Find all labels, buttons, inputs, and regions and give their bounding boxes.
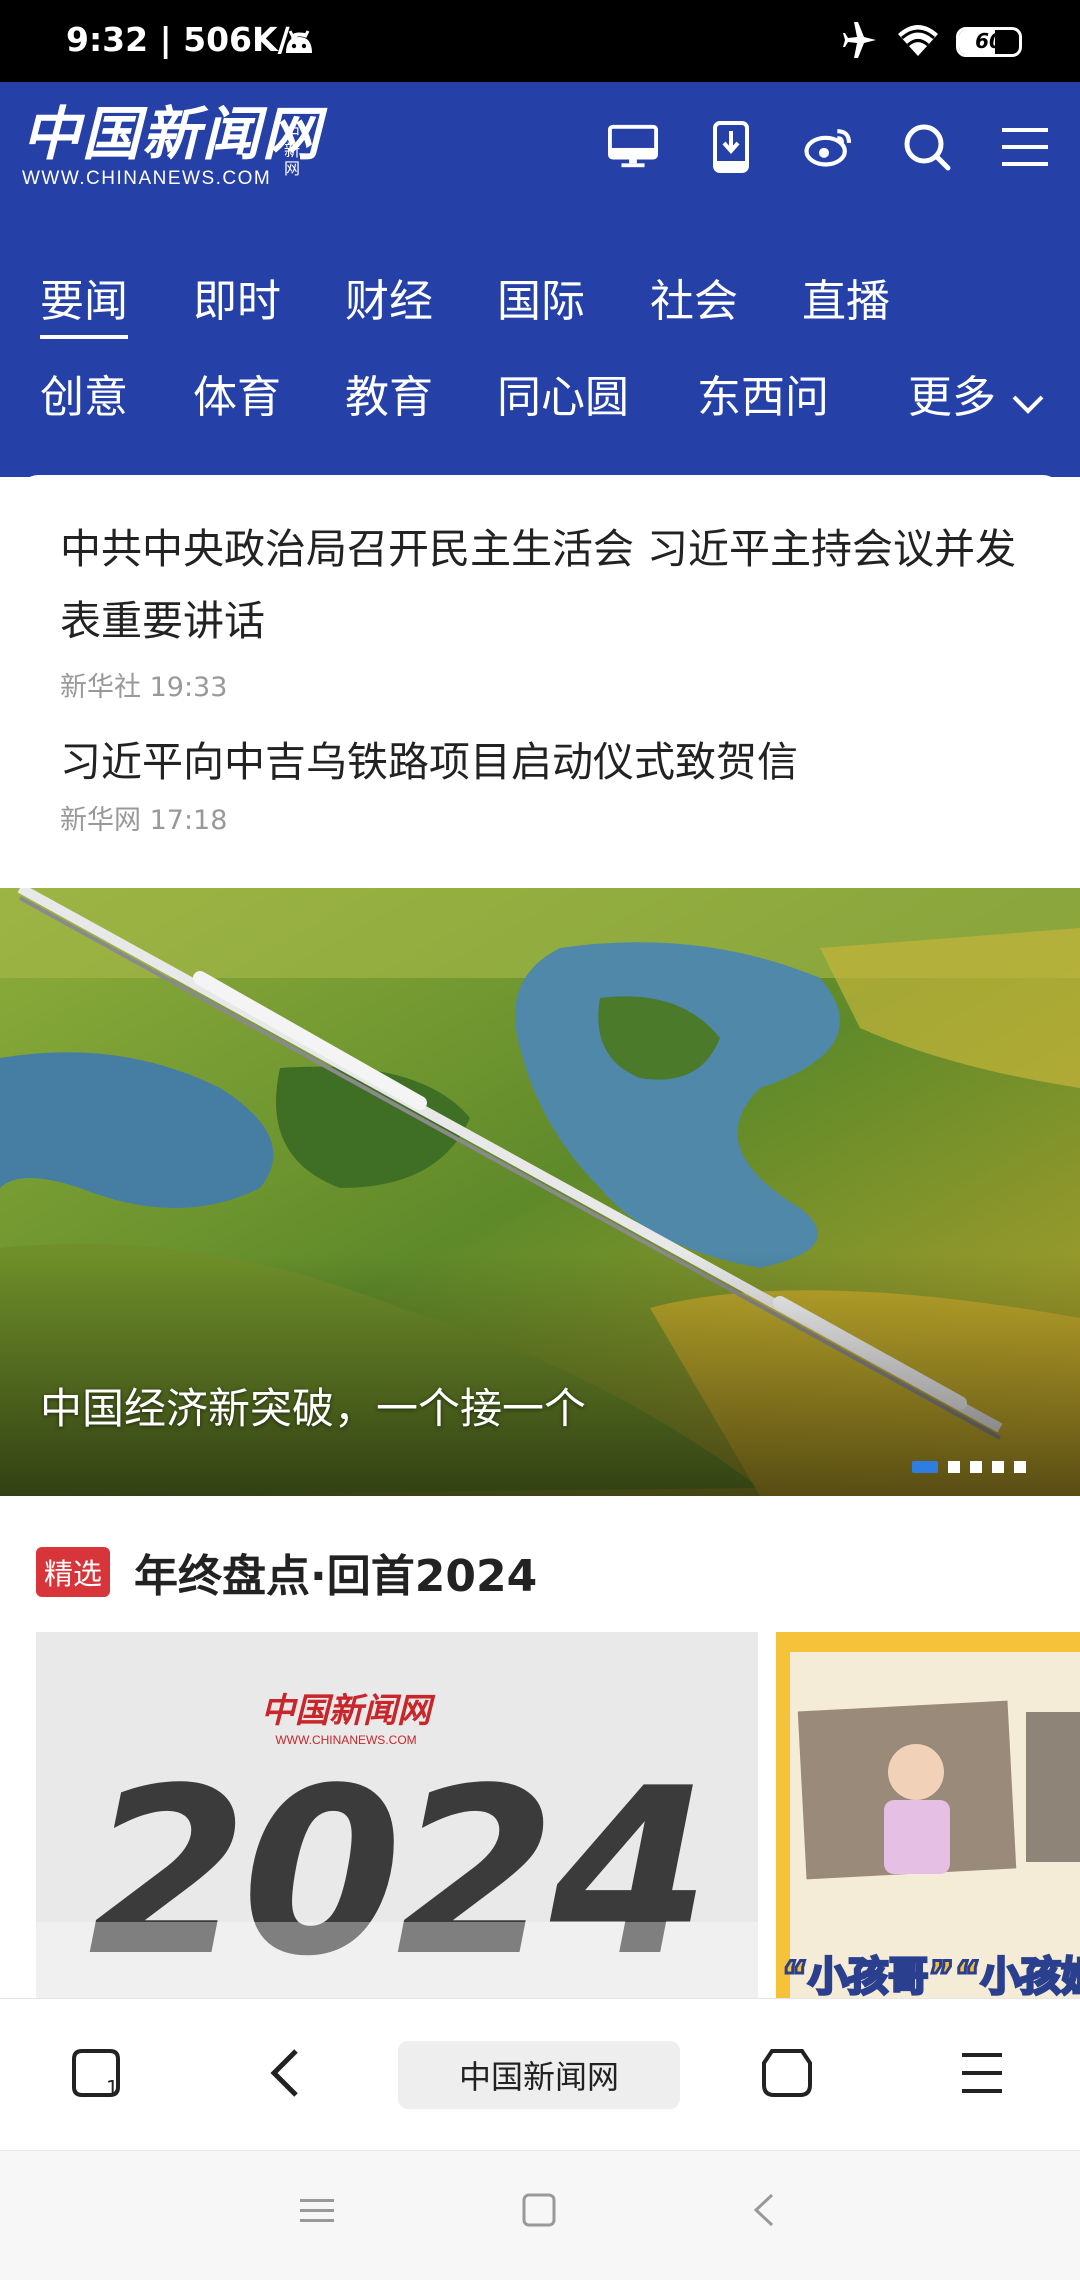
weibo-icon[interactable] [804,122,854,172]
tab-more[interactable]: 更多 [908,361,1046,426]
banner-carousel[interactable]: 中国经济新突破，一个接一个 [0,888,1080,1496]
logo-chinese: 中国新闻网 [22,100,323,168]
tab-dongxiwen[interactable]: 东西问 [697,361,829,425]
android-icon [282,25,316,59]
headline-source: 新华网 [60,805,141,836]
thumb-kids-image: “小孩哥”“小孩姐 [776,1632,1080,1998]
logo-side-text: 中新网 [284,123,301,178]
status-time-speed: 9:32 | 506K/s [66,20,310,59]
tab-tongxinyuan[interactable]: 同心圆 [497,361,629,425]
chinanews-logo[interactable]: 中国新闻网 中新网 WWW.CHINANEWS.COM [22,102,322,190]
tab-jiaoyu[interactable]: 教育 [345,361,433,425]
headline-card: 中共中央政治局召开民主生活会 习近平主持会议并发表重要讲话 新华社 19:33 … [20,475,1061,887]
recents-icon[interactable] [300,2193,334,2231]
wifi-icon [896,22,940,62]
headline-item[interactable]: 习近平向中吉乌铁路项目启动仪式致贺信 新华网 17:18 [60,726,1021,837]
airplane-icon [840,22,880,62]
featured-header: 精选 年终盘点·回首2024 [36,1540,537,1604]
back-nav-icon[interactable] [752,2193,776,2231]
tab-yaowen[interactable]: 要闻 [40,265,128,339]
desktop-icon[interactable] [608,122,658,172]
tab-caijing[interactable]: 财经 [345,265,433,329]
tab-tiyu[interactable]: 体育 [193,361,281,425]
headline-item[interactable]: 中共中央政治局召开民主生活会 习近平主持会议并发表重要讲话 新华社 19:33 [60,513,1021,704]
battery-indicator: 60 [956,27,1022,57]
channel-tabs: 要闻 即时 财经 国际 社会 直播 创意 体育 教育 同心圆 东西问 更多 [0,265,1080,457]
tab-more-label: 更多 [908,372,996,423]
status-icons: 60 [840,22,1022,62]
browser-toolbar: 1 中国新闻网 [0,1998,1080,2150]
thumb-2024-image: 中国新闻网 WWW.CHINANEWS.COM 2024 [36,1632,758,1998]
header-actions [608,121,1050,173]
featured-badge: 精选 [36,1547,111,1597]
tab-row-2: 创意 体育 教育 同心圆 东西问 更多 [0,361,1080,457]
tabs-count: 1 [106,2076,119,2099]
back-icon[interactable] [268,2047,302,2103]
phone-download-icon[interactable] [706,121,756,173]
tab-chuangyi[interactable]: 创意 [40,361,128,425]
headline-time: 17:18 [149,805,228,836]
headline-source: 新华社 [60,672,141,703]
home-icon[interactable] [762,2047,812,2103]
tab-shehui[interactable]: 社会 [650,265,738,329]
home-nav-icon[interactable] [522,2193,556,2231]
menu-icon[interactable] [1000,122,1050,172]
logo-url: WWW.CHINANEWS.COM [22,168,272,189]
browser-menu-icon[interactable] [962,2047,1002,2103]
url-bar[interactable]: 中国新闻网 [398,2041,680,2109]
headline-title[interactable]: 中共中央政治局召开民主生活会 习近平主持会议并发表重要讲话 [60,513,1021,657]
battery-level: 60 [975,29,1003,53]
carousel-dot-active[interactable] [912,1461,938,1473]
banner-caption[interactable]: 中国经济新突破，一个接一个 [40,1375,586,1436]
featured-thumb-2024[interactable]: 中国新闻网 WWW.CHINANEWS.COM 2024 [36,1632,758,1998]
url-label: 中国新闻网 [458,2058,619,2096]
tab-jishi[interactable]: 即时 [193,265,281,329]
tab-zhibo[interactable]: 直播 [802,265,890,329]
thumb1-logo: 中国新闻网 [261,1691,436,1731]
system-nav-bar [0,2150,1080,2280]
headline-time: 19:33 [149,672,228,703]
headline-meta: 新华社 19:33 [60,665,1021,704]
carousel-dot[interactable] [992,1461,1004,1473]
chevron-down-icon [1010,375,1046,426]
site-header: 中国新闻网 中新网 WWW.CHINANEWS.COM 要闻 即时 财经 国际 … [0,82,1080,477]
carousel-dot[interactable] [1014,1461,1026,1473]
carousel-dot[interactable] [970,1461,982,1473]
headline-meta: 新华网 17:18 [60,798,1021,837]
search-icon[interactable] [902,122,952,172]
carousel-dots [912,1461,1026,1473]
featured-thumb-kids[interactable]: “小孩哥”“小孩姐 [776,1632,1080,1998]
headline-title[interactable]: 习近平向中吉乌铁路项目启动仪式致贺信 [60,726,1021,798]
tab-guoji[interactable]: 国际 [497,265,585,329]
tab-row-1: 要闻 即时 财经 国际 社会 直播 [0,265,1080,361]
carousel-dot[interactable] [948,1461,960,1473]
featured-title[interactable]: 年终盘点·回首2024 [134,1540,537,1604]
thumb2-caption: “小孩哥”“小孩姐 [782,1954,1080,1998]
tabs-count-icon[interactable]: 1 [70,2047,122,2103]
status-bar: 9:32 | 506K/s 60 [0,0,1080,82]
